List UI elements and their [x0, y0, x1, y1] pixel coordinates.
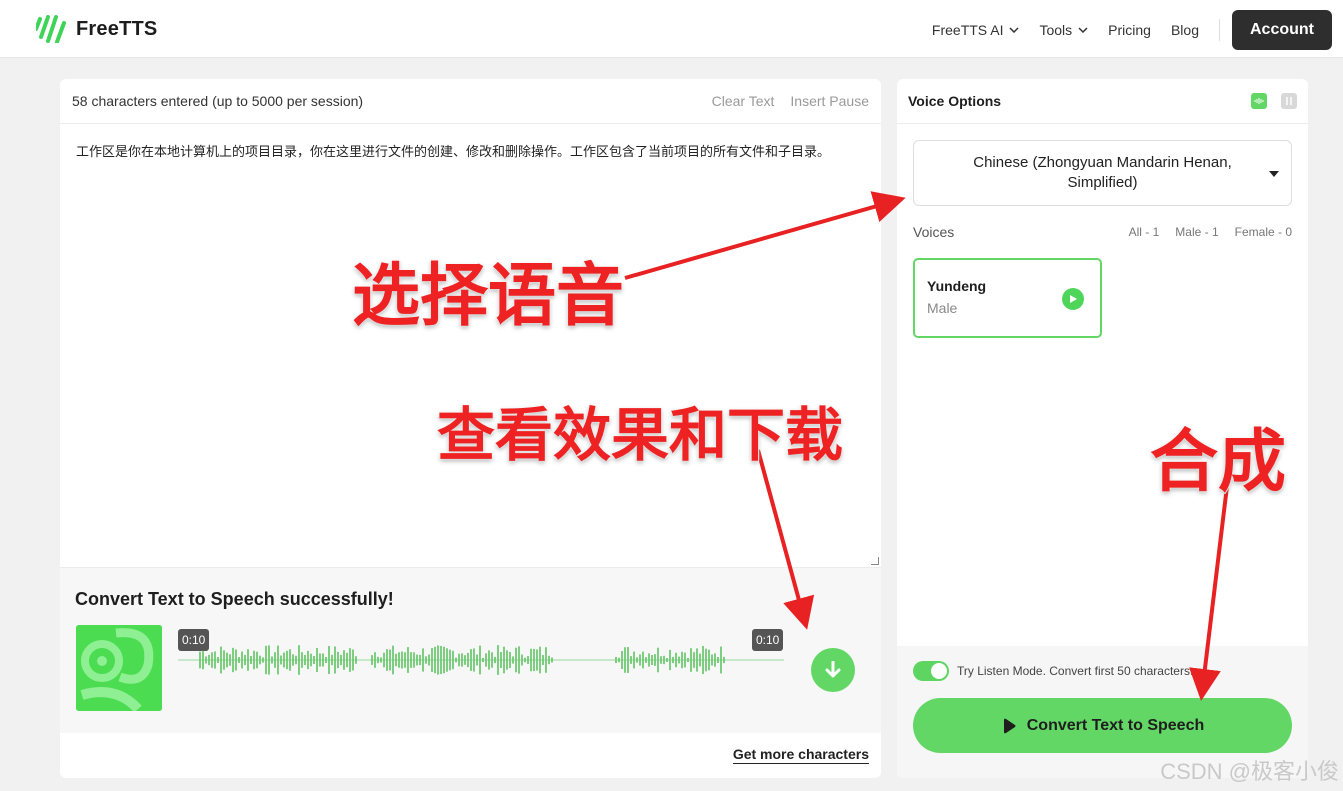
clear-text-button[interactable]: Clear Text [712, 93, 775, 109]
voice-options-title: Voice Options [908, 93, 1002, 109]
resize-handle[interactable] [871, 557, 879, 565]
top-header: FreeTTS FreeTTS AI Tools Pricing Blog Ac… [0, 0, 1343, 58]
annotation-check-download: 查看效果和下载 [436, 400, 844, 470]
toggle-knob [931, 663, 947, 679]
nav-blog[interactable]: Blog [1171, 22, 1199, 38]
get-more-characters-link[interactable]: Get more characters [732, 746, 869, 764]
nav-pricing[interactable]: Pricing [1108, 22, 1151, 38]
voice-card-yundeng[interactable]: Yundeng Male [913, 258, 1102, 338]
account-button[interactable]: Account [1232, 10, 1332, 50]
logo[interactable]: FreeTTS [36, 15, 157, 43]
nav-divider [1219, 19, 1220, 41]
editor-footer: Get more characters [60, 733, 881, 777]
text-input[interactable]: 工作区是你在本地计算机上的项目目录，你在这里进行文件的创建、修改和删除操作。工作… [60, 124, 881, 568]
annotation-synthesize: 合成 [1149, 422, 1287, 503]
voice-options-header: Voice Options [897, 79, 1308, 124]
result-title: Convert Text to Speech successfully! [75, 589, 394, 609]
nav-label: Pricing [1108, 22, 1151, 38]
main-nav: FreeTTS AI Tools Pricing Blog Account [932, 10, 1343, 50]
editor-toolbar: 58 characters entered (up to 5000 per se… [60, 79, 881, 124]
logo-text: FreeTTS [76, 17, 158, 40]
play-icon[interactable] [1062, 288, 1084, 310]
play-icon [1003, 718, 1016, 733]
settings-sliders-icon[interactable] [1281, 93, 1297, 109]
chevron-down-icon [1078, 27, 1088, 33]
chevron-down-icon [1009, 27, 1020, 33]
nav-freetts-ai[interactable]: FreeTTS AI [932, 22, 1020, 38]
selected-language: Chinese (Zhongyuan Mandarin Henan, Simpl… [973, 154, 1232, 191]
nav-tools[interactable]: Tools [1039, 22, 1088, 38]
download-button[interactable] [811, 648, 855, 692]
convert-button[interactable]: Convert Text to Speech [913, 698, 1292, 753]
watermark: CSDN @极客小俊 [1160, 759, 1339, 784]
filter-female[interactable]: Female - 0 [1235, 225, 1292, 239]
result-section: Convert Text to Speech successfully! 0:1… [60, 568, 881, 733]
listen-mode-toggle[interactable] [913, 661, 949, 681]
insert-pause-button[interactable]: Insert Pause [790, 93, 869, 109]
voices-label: Voices [913, 224, 955, 240]
audio-thumbnail [76, 625, 162, 711]
download-arrow-icon [825, 661, 841, 678]
language-select[interactable]: Chinese (Zhongyuan Mandarin Henan, Simpl… [913, 140, 1292, 206]
logo-icon [36, 15, 66, 43]
nav-label: FreeTTS AI [931, 22, 1004, 38]
filter-all[interactable]: All - 1 [1129, 225, 1160, 239]
nav-label: Blog [1170, 22, 1199, 38]
voice-wave-icon[interactable] [1251, 93, 1267, 109]
character-count: 58 characters entered (up to 5000 per se… [72, 93, 364, 109]
listen-mode-text: Try Listen Mode. Convert first 50 charac… [957, 664, 1194, 678]
text-content: 工作区是你在本地计算机上的项目目录，你在这里进行文件的创建、修改和删除操作。工作… [76, 144, 831, 159]
nav-label: Tools [1039, 22, 1073, 38]
voices-filter-row: Voices All - 1 Male - 1 Female - 0 [913, 224, 1292, 240]
caret-down-icon [1269, 171, 1279, 177]
thumbnail-art-icon [76, 625, 162, 711]
convert-label: Convert Text to Speech [1026, 716, 1205, 734]
annotation-select-voice: 选择语音 [351, 256, 625, 337]
filter-male[interactable]: Male - 1 [1175, 225, 1218, 239]
audio-waveform[interactable] [178, 645, 784, 675]
